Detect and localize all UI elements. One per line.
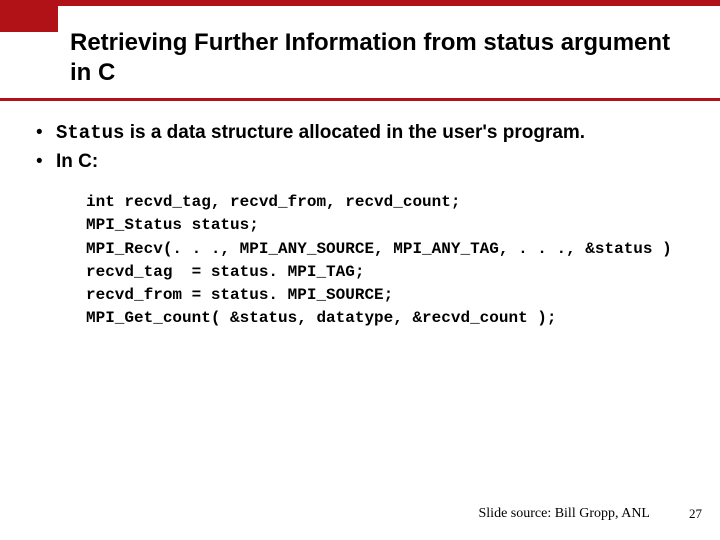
title-area: Retrieving Further Information from stat… <box>70 28 690 88</box>
title-underline <box>0 98 720 101</box>
content-area: Status is a data structure allocated in … <box>30 120 700 330</box>
top-accent-bar <box>58 0 720 6</box>
bullet-item: Status is a data structure allocated in … <box>30 120 700 147</box>
code-line: int recvd_tag, recvd_from, recvd_count; <box>86 193 460 211</box>
bullet-text: is a data structure allocated in the use… <box>124 122 585 143</box>
footer-source: Slide source: Bill Gropp, ANL <box>479 506 651 522</box>
slide-title: Retrieving Further Information from stat… <box>70 28 690 88</box>
code-line: recvd_tag = status. MPI_TAG; <box>86 263 364 281</box>
bullet-item: In C: <box>30 149 700 176</box>
page-number: 27 <box>689 506 702 522</box>
code-line: MPI_Get_count( &status, datatype, &recvd… <box>86 309 556 327</box>
bullet-text: In C: <box>56 151 98 172</box>
code-line: MPI_Status status; <box>86 216 259 234</box>
bullet-list: Status is a data structure allocated in … <box>30 120 700 175</box>
code-block: int recvd_tag, recvd_from, recvd_count; … <box>86 191 700 330</box>
corner-accent <box>0 0 58 32</box>
code-line: MPI_Recv(. . ., MPI_ANY_SOURCE, MPI_ANY_… <box>86 240 672 258</box>
code-line: recvd_from = status. MPI_SOURCE; <box>86 286 393 304</box>
bullet-code-term: Status <box>56 122 124 144</box>
